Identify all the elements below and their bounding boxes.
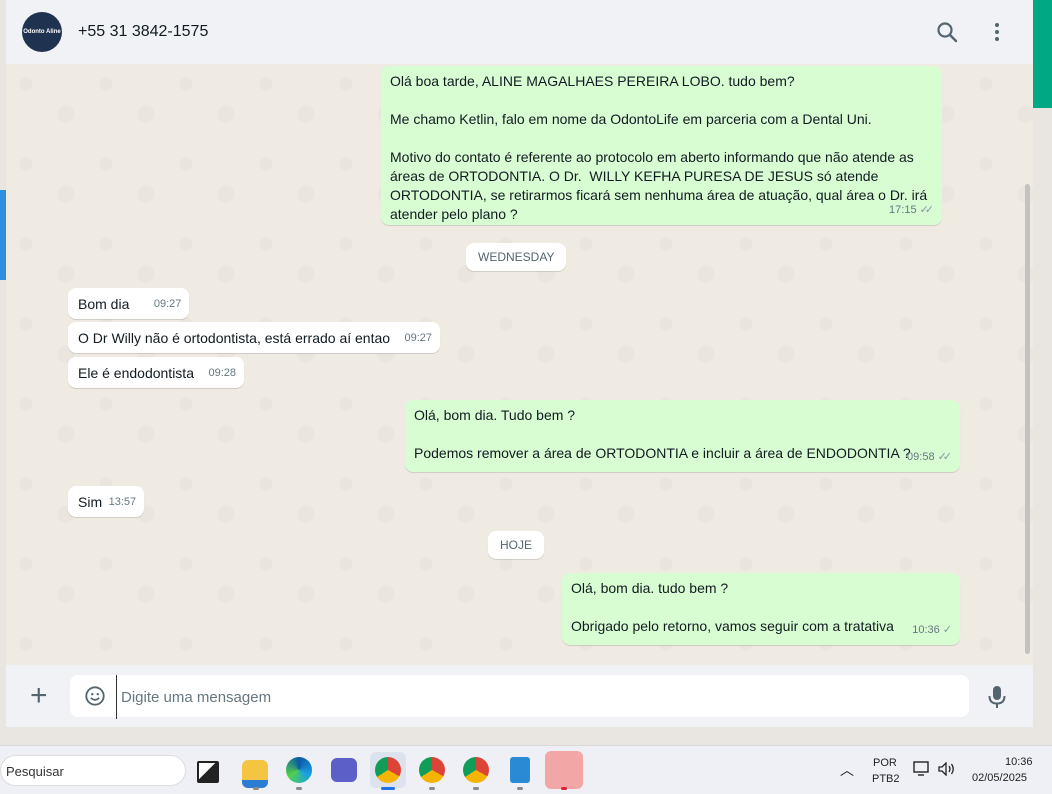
file-explorer-icon[interactable]	[242, 760, 268, 788]
taskbar-running-indicator	[561, 787, 567, 790]
message-input-box[interactable]	[70, 675, 969, 719]
message-time: 09:27	[404, 332, 433, 344]
message-text: Olá boa tarde, ALINE MAGALHAES PEREIRA L…	[390, 73, 928, 222]
message-text: Bom dia	[78, 296, 130, 312]
taskbar-running-indicator	[517, 787, 523, 790]
language-indicator-bottom[interactable]: PTB2	[872, 773, 900, 785]
contact-name[interactable]: +55 31 3842-1575	[78, 23, 208, 41]
chrome-icon[interactable]	[375, 757, 401, 783]
clock-date[interactable]: 02/05/2025	[972, 772, 1027, 784]
message-outgoing[interactable]: Olá, bom dia. tudo bem ? Obrigado pelo r…	[562, 573, 960, 645]
taskbar-running-indicator	[296, 787, 302, 790]
date-separator: WEDNESDAY	[466, 243, 567, 271]
menu-dots-icon[interactable]	[985, 20, 1009, 44]
message-time: 13:57	[108, 496, 137, 508]
message-scrollbar[interactable]	[1025, 184, 1030, 654]
message-time: 10:36	[912, 624, 940, 636]
taskbar-search[interactable]: Pesquisar	[0, 755, 186, 786]
snipping-tool-icon[interactable]	[545, 751, 583, 789]
emoji-sticker-icon[interactable]	[84, 685, 106, 707]
sent-receipt-icon: ✓	[942, 624, 952, 636]
message-time: 09:27	[153, 298, 182, 310]
attach-plus-icon[interactable]: +	[30, 681, 48, 711]
chrome-icon[interactable]	[419, 757, 445, 783]
background-window-edge-right	[1033, 0, 1052, 108]
message-composer: +	[6, 665, 1033, 727]
message-time: 09:58	[907, 451, 935, 463]
tray-chevron-icon[interactable]: ︿	[840, 760, 854, 780]
volume-icon[interactable]	[938, 762, 956, 776]
microphone-icon[interactable]	[987, 685, 1007, 709]
chrome-icon[interactable]	[463, 757, 489, 783]
message-text: Olá, bom dia. Tudo bem ? Podemos remover…	[414, 407, 911, 461]
chat-header: Odonto Aline +55 31 3842-1575	[6, 0, 1033, 65]
contact-avatar[interactable]: Odonto Aline	[22, 12, 62, 52]
message-text: O Dr Willy não é ortodontista, está erra…	[78, 330, 391, 346]
message-incoming[interactable]: Ele é endodontista 09:28	[68, 357, 244, 388]
taskbar-active-indicator	[381, 787, 395, 790]
taskbar-running-indicator	[429, 787, 435, 790]
message-incoming[interactable]: Bom dia 09:27	[68, 288, 190, 319]
chat-window: Odonto Aline +55 31 3842-1575 Olá boa ta…	[6, 0, 1033, 727]
taskbar-running-indicator	[473, 787, 479, 790]
edge-icon[interactable]	[286, 757, 312, 783]
teams-icon[interactable]	[331, 758, 357, 782]
read-receipt-icon: ✓✓	[937, 451, 953, 463]
notepad-icon[interactable]	[510, 757, 530, 783]
message-outgoing[interactable]: Olá, bom dia. Tudo bem ? Podemos remover…	[405, 400, 960, 472]
task-view-icon[interactable]	[197, 761, 219, 783]
message-text: Sim	[78, 494, 103, 510]
message-text: Olá, bom dia. tudo bem ? Obrigado pelo r…	[571, 580, 894, 634]
network-icon[interactable]	[913, 761, 931, 777]
message-text: Ele é endodontista	[78, 365, 194, 381]
message-list[interactable]: Olá boa tarde, ALINE MAGALHAES PEREIRA L…	[6, 64, 1033, 665]
message-incoming[interactable]: Sim 13:57	[68, 486, 145, 517]
clock-time[interactable]: 10:36	[1005, 756, 1033, 768]
taskbar-search-label: Pesquisar	[6, 764, 64, 779]
message-incoming[interactable]: O Dr Willy não é ortodontista, está erra…	[68, 322, 441, 353]
read-receipt-icon: ✓✓	[919, 204, 935, 216]
taskbar-running-indicator	[253, 787, 259, 790]
windows-taskbar: Pesquisar ︿ POR PTB2 10:36 02/05/2025	[0, 745, 1052, 794]
message-input[interactable]	[116, 675, 923, 719]
date-separator: HOJE	[488, 531, 545, 559]
search-icon[interactable]	[935, 20, 959, 44]
message-time: 17:15	[889, 204, 917, 216]
message-outgoing[interactable]: Olá boa tarde, ALINE MAGALHAES PEREIRA L…	[381, 66, 942, 225]
message-time: 09:28	[208, 367, 236, 379]
language-indicator-top[interactable]: POR	[873, 757, 897, 769]
